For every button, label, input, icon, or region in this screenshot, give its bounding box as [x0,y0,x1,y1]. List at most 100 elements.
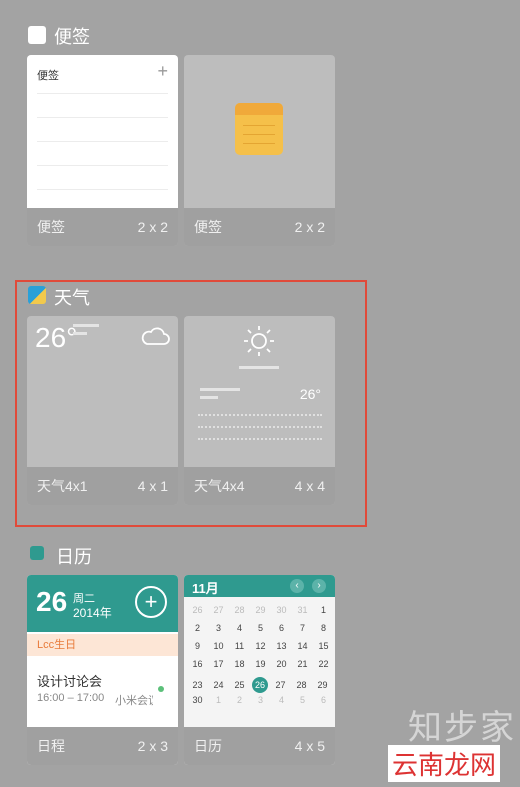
tile-size: 2 x 2 [294,219,325,235]
tile-name: 日程 [37,738,65,754]
calendar-day-cell[interactable]: 18 [229,659,250,669]
calendar-week-row: 16 17 18 19 20 21 22 [187,659,335,677]
tile-size: 2 x 2 [137,219,168,235]
cloud-icon [140,324,170,351]
tile-footer: 日程 2 x 3 [27,727,178,765]
watermark-logo: 云南龙网 [388,745,501,782]
calendar-app-icon [30,546,44,560]
note-card-preview: 便签 + [27,55,178,208]
calendar-day-cell[interactable]: 16 [187,659,208,669]
weather-info-line [200,396,218,399]
calendar-day-cell[interactable]: 15 [313,641,334,651]
calendar-day-cell[interactable]: 12 [250,641,271,651]
calendar-day-cell[interactable]: 6 [271,623,292,633]
calendar-week-row: 2345678 [187,623,335,641]
calendar-widget-4x5[interactable]: 11月 ‹ › 26 27 28 29 30 31 1 2 3 4 5 6 7 8 9 10 11 12 13 14 1… [184,575,335,765]
weather-section-title: 天气 [54,288,90,308]
calendar-day-cell[interactable]: 28 [291,680,312,690]
calendar-day-cell[interactable]: 9 [187,641,208,651]
event-place: 小米会议 [115,695,153,707]
calendar-month: 11月 [192,581,219,596]
tile-footer: 便签 2 x 2 [184,208,335,246]
calendar-day-cell[interactable]: 21 [292,659,313,669]
calendar-day-cell[interactable]: 4 [271,695,292,705]
calendar-header: 11月 ‹ › [184,575,335,597]
calendar-day-cell[interactable]: 2 [187,623,208,633]
tile-footer: 便签 2 x 2 [27,208,178,246]
calendar-day-cell[interactable]: 23 [187,680,208,690]
schedule-widget-2x3[interactable]: 26 周二 2014年 + Lcc生日 设计讨论会 16:00 – 17:00 … [27,575,178,765]
weather-info-line [200,388,240,391]
calendar-day-cell[interactable]: 11 [229,641,250,651]
calendar-day-cell[interactable]: 28 [229,605,250,615]
calendar-section-title: 日历 [56,547,92,567]
notes-app-icon [28,26,46,44]
notes-widget-2x2-b[interactable]: 便签 2 x 2 [184,55,335,246]
calendar-day-cell[interactable]: 6 [313,695,334,705]
sun-icon [242,324,276,363]
add-event-button[interactable]: + [135,586,167,618]
calendar-week-row: 30 1 2 3 4 5 6 [187,695,335,713]
weather-widget-4x1[interactable]: 26° 天气4x1 4 x 1 [27,316,178,505]
calendar-week-row: 23 24 25 26 27 28 29 [187,677,335,695]
calendar-day-cell[interactable]: 29 [250,605,271,615]
calendar-day-cell[interactable]: 5 [250,623,271,633]
calendar-week-row: 26 27 28 29 30 31 1 [187,605,335,623]
weather-widget-4x4[interactable]: 26° 天气4x4 4 x 4 [184,316,335,505]
calendar-day-cell[interactable]: 24 [208,680,229,690]
calendar-day-cell[interactable]: 26 [252,677,268,693]
tile-size: 4 x 5 [294,738,325,754]
schedule-year: 2014年 [73,606,112,620]
calendar-day-cell[interactable]: 30 [271,605,292,615]
tile-size: 4 x 4 [294,478,325,494]
watermark-text: 知步家 [408,709,516,747]
notes-section-title: 便签 [54,27,90,47]
tile-name: 便签 [194,219,222,235]
weather-info-line [73,332,87,335]
next-month-button[interactable]: › [312,579,326,593]
tile-size: 4 x 1 [137,478,168,494]
calendar-day-cell[interactable]: 25 [229,680,250,690]
tile-footer: 天气4x1 4 x 1 [27,467,178,505]
calendar-day-cell[interactable]: 8 [313,623,334,633]
tile-size: 2 x 3 [137,738,168,754]
event-title: 设计讨论会 [37,674,103,689]
calendar-day-cell[interactable]: 10 [208,641,229,651]
calendar-day-cell[interactable]: 31 [292,605,313,615]
calendar-day-cell[interactable]: 27 [270,680,291,690]
calendar-day-cell[interactable]: 1 [208,695,229,705]
tile-name: 便签 [37,219,65,235]
notes-widget-2x2-a[interactable]: 便签 + 便签 2 x 2 [27,55,178,246]
weather-temperature-large: 26° [299,386,321,402]
prev-month-button[interactable]: ‹ [290,579,304,593]
tile-footer: 日历 4 x 5 [184,727,335,765]
calendar-day-cell[interactable]: 13 [271,641,292,651]
calendar-day-cell[interactable]: 26 [187,605,208,615]
event-dot [158,686,164,692]
weather-app-icon [28,286,46,304]
calendar-grid: 26 27 28 29 30 31 1 2 3 4 5 6 7 8 9 10 11 12 13 14 15 16 17 18 1… [187,605,335,713]
calendar-day-cell[interactable]: 5 [292,695,313,705]
calendar-day-cell[interactable]: 7 [292,623,313,633]
schedule-header: 26 周二 2014年 + [27,575,178,632]
calendar-day-cell[interactable]: 27 [208,605,229,615]
calendar-day-cell[interactable]: 4 [229,623,250,633]
tile-name: 日历 [194,738,222,754]
calendar-day-cell[interactable]: 1 [313,605,334,615]
weather-temperature: 26° [35,322,78,353]
tile-footer: 天气4x4 4 x 4 [184,467,335,505]
note-card-title: 便签 [37,70,59,82]
calendar-day-cell[interactable]: 30 [187,695,208,705]
calendar-day-cell[interactable]: 3 [250,695,271,705]
calendar-day-cell[interactable]: 22 [313,659,334,669]
calendar-day-cell[interactable]: 20 [271,659,292,669]
calendar-day-cell[interactable]: 29 [312,680,333,690]
notepad-icon [235,103,283,155]
calendar-day-cell[interactable]: 14 [292,641,313,651]
calendar-day-cell[interactable]: 3 [208,623,229,633]
calendar-day-cell[interactable]: 2 [229,695,250,705]
calendar-week-row: 9 10 11 12 13 14 15 [187,641,335,659]
calendar-day-cell[interactable]: 19 [250,659,271,669]
forecast-row [198,414,322,444]
calendar-day-cell[interactable]: 17 [208,659,229,669]
